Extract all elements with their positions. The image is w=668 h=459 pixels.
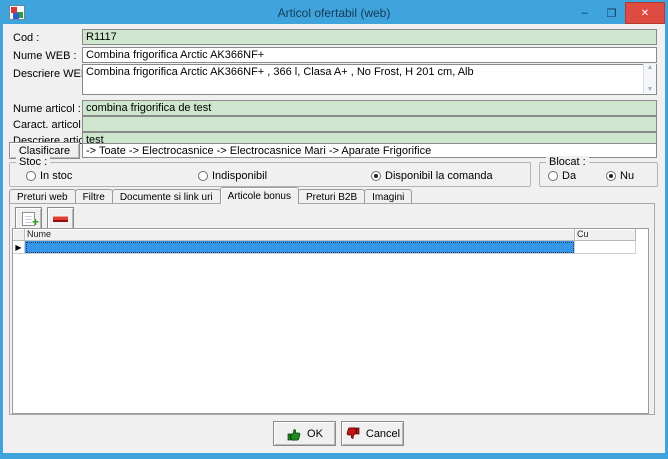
tab-bar: Preturi web Filtre Documente si link uri… — [9, 187, 411, 204]
cancel-label: Cancel — [366, 428, 400, 440]
app-icon — [9, 5, 25, 20]
radio-circle-icon[interactable] — [606, 171, 616, 181]
radio-circle-icon[interactable] — [198, 171, 208, 181]
maximize-button[interactable]: ❒ — [598, 2, 625, 24]
ok-button[interactable]: OK — [273, 421, 336, 446]
dialog-articol-ofertabil: Articol ofertabil (web) – ❒ ✕ Cod : Nume… — [0, 0, 668, 459]
minimize-button[interactable]: – — [571, 2, 598, 24]
cod-field[interactable] — [82, 29, 657, 45]
scroll-up-icon[interactable]: ▲ — [647, 64, 654, 71]
grid-column-cu[interactable]: Cu — [575, 229, 636, 241]
delete-bonus-article-button[interactable] — [47, 207, 74, 230]
cancel-button[interactable]: Cancel — [341, 421, 404, 446]
articole-bonus-panel: + Nume Cu ▶ — [9, 203, 655, 415]
descriere-web-field[interactable]: Combina frigorifica Arctic AK366NF+ , 36… — [82, 64, 657, 95]
nume-articol-field[interactable] — [82, 100, 657, 116]
title-bar[interactable]: Articol ofertabil (web) – ❒ ✕ — [3, 2, 665, 24]
tab-preturi-b2b[interactable]: Preturi B2B — [298, 189, 365, 204]
caract-articol-label: Caract. articol : — [13, 119, 87, 131]
grid-selected-row[interactable]: ▶ — [13, 241, 636, 254]
grid-cell-cu[interactable] — [575, 241, 636, 254]
tab-imagini[interactable]: Imagini — [364, 189, 412, 204]
caract-articol-field[interactable] — [82, 116, 657, 132]
tab-preturi-web[interactable]: Preturi web — [9, 189, 76, 204]
nume-web-label: Nume WEB : — [13, 50, 77, 62]
thumb-down-icon — [345, 426, 361, 442]
descriere-web-scrollbar[interactable]: ▲ ▼ — [643, 64, 656, 93]
stoc-groupbox: Stoc : In stoc Indisponibil Disponibil l… — [9, 162, 531, 187]
radio-circle-icon[interactable] — [548, 171, 558, 181]
grid-cell-nume[interactable] — [25, 241, 575, 254]
radio-indisponibil[interactable]: Indisponibil — [198, 170, 267, 182]
cod-label: Cod : — [13, 32, 39, 44]
tab-documente-si-link-uri[interactable]: Documente si link uri — [112, 189, 221, 204]
scroll-down-icon[interactable]: ▼ — [647, 86, 654, 93]
add-bonus-article-button[interactable]: + — [15, 207, 42, 230]
bonus-articles-grid[interactable]: Nume Cu ▶ — [12, 228, 649, 414]
stoc-group-label: Stoc : — [16, 156, 50, 168]
thumb-up-icon — [286, 426, 302, 442]
grid-header-row: Nume Cu — [13, 229, 636, 241]
close-button[interactable]: ✕ — [625, 2, 665, 24]
radio-circle-icon[interactable] — [26, 171, 36, 181]
blocat-group-label: Blocat : — [546, 156, 589, 168]
blocat-groupbox: Blocat : Da Nu — [539, 162, 658, 187]
grid-column-nume[interactable]: Nume — [25, 229, 575, 241]
grid-indicator-header — [13, 229, 25, 241]
window-title: Articol ofertabil (web) — [3, 6, 665, 20]
radio-disponibil-la-comanda[interactable]: Disponibil la comanda — [371, 170, 493, 182]
radio-in-stoc[interactable]: In stoc — [26, 170, 72, 182]
nume-web-field[interactable] — [82, 47, 657, 63]
row-marker-icon: ▶ — [13, 241, 25, 254]
radio-circle-icon[interactable] — [371, 171, 381, 181]
radio-da[interactable]: Da — [548, 170, 576, 182]
radio-nu[interactable]: Nu — [606, 170, 634, 182]
tab-filtre[interactable]: Filtre — [75, 189, 113, 204]
nume-articol-label: Nume articol : — [13, 103, 81, 115]
add-item-icon: + — [22, 212, 35, 226]
delete-item-icon — [53, 216, 68, 222]
ok-label: OK — [307, 428, 323, 440]
tab-articole-bonus[interactable]: Articole bonus — [220, 187, 299, 204]
